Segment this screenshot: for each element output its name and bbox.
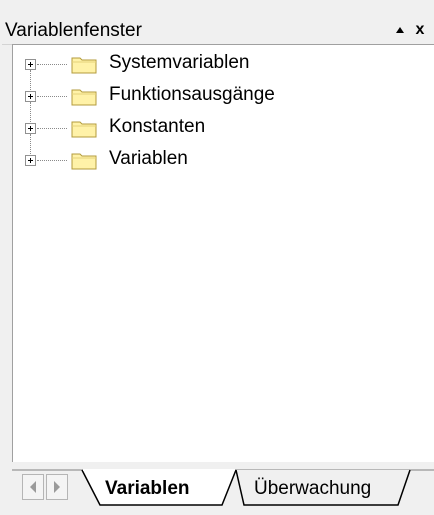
tab-scroll-left-button[interactable]: [22, 474, 44, 500]
panel-titlebar: Variablenfenster x: [2, 17, 432, 45]
folder-icon: [71, 121, 97, 138]
tree-connector: [37, 64, 67, 65]
folder-icon: [71, 89, 97, 106]
tree-item-variablen[interactable]: Variablen: [13, 147, 433, 179]
arrow-right-icon: [54, 481, 60, 493]
tree-item-label: Systemvariablen: [109, 52, 250, 73]
tree-connector: [37, 96, 67, 97]
panel-title: Variablenfenster: [5, 20, 142, 41]
tree-item-funktionsausgaenge[interactable]: Funktionsausgänge: [13, 83, 433, 115]
arrow-left-icon: [30, 481, 36, 493]
tree-connector: [37, 160, 67, 161]
caret-up-icon: [396, 27, 404, 33]
close-button[interactable]: x: [412, 21, 428, 38]
expand-plus-icon[interactable]: [25, 155, 36, 166]
tab-bar: Variablen Überwachung: [0, 462, 434, 515]
expand-plus-icon[interactable]: [25, 59, 36, 70]
variable-window-panel: Variablenfenster x Systemvariablen Funkt…: [0, 0, 434, 515]
variable-tree[interactable]: Systemvariablen Funktionsausgänge Konsta…: [12, 44, 434, 463]
tree-item-systemvariablen[interactable]: Systemvariablen: [13, 51, 433, 83]
pin-button[interactable]: [392, 22, 408, 38]
tree-item-label: Konstanten: [109, 116, 206, 137]
expand-plus-icon[interactable]: [25, 91, 36, 102]
tree-item-konstanten[interactable]: Konstanten: [13, 115, 433, 147]
folder-icon: [71, 153, 97, 170]
folder-icon: [71, 57, 97, 74]
tree-connector: [37, 128, 67, 129]
expand-plus-icon[interactable]: [25, 123, 36, 134]
tree-item-label: Variablen: [109, 148, 188, 169]
tab-variablen[interactable]: Variablen: [105, 478, 190, 500]
tree-item-label: Funktionsausgänge: [109, 84, 275, 105]
tab-scroll-right-button[interactable]: [46, 474, 68, 500]
tab-ueberwachung[interactable]: Überwachung: [254, 478, 371, 500]
